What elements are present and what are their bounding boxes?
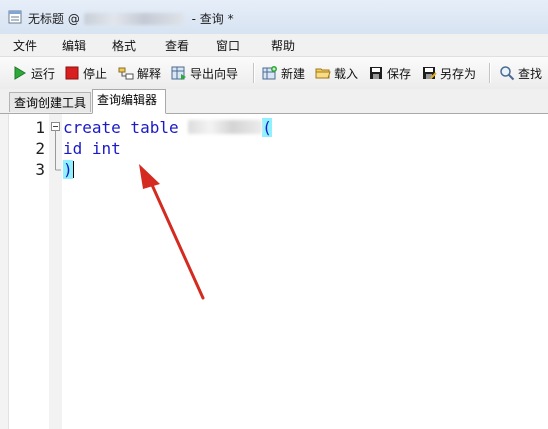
toolbar: 运行 停止 解释 导出向导 新建 载入 保存 另存为 查找 [0, 56, 548, 90]
save-as-label: 另存为 [440, 66, 477, 81]
export-wizard-label: 导出向导 [190, 66, 239, 81]
tab-query-editor[interactable]: 查询编辑器 [92, 89, 166, 114]
window-title: 无标题 @ - 查询 * [28, 10, 234, 27]
query-window-icon [8, 10, 22, 24]
export-wizard-button[interactable]: 导出向导 [171, 63, 238, 83]
menu-bar: 文件 编辑 格式 查看 窗口 帮助 [0, 34, 548, 56]
stop-button[interactable]: 停止 [64, 63, 107, 83]
tab-query-builder[interactable]: 查询创建工具 [9, 92, 91, 112]
title-suffix: - 查询 * [187, 12, 234, 26]
save-as-icon [423, 67, 437, 79]
toolbar-divider [489, 63, 490, 83]
new-label: 新建 [281, 66, 306, 81]
query-editor[interactable]: 1 2 3 create table ( id int ) [0, 114, 548, 429]
new-button[interactable]: 新建 [262, 63, 305, 83]
find-label: 查找 [518, 66, 543, 81]
menu-edit[interactable]: 编辑 [62, 37, 86, 54]
explain-button[interactable]: 解释 [118, 63, 161, 83]
folder-icon [315, 68, 331, 79]
explain-label: 解释 [137, 66, 162, 81]
run-label: 运行 [31, 66, 56, 81]
menu-help[interactable]: 帮助 [271, 37, 295, 54]
explain-icon [118, 67, 134, 80]
export-icon [171, 66, 186, 80]
menu-window[interactable]: 窗口 [216, 37, 240, 54]
load-button[interactable]: 载入 [315, 63, 358, 83]
menu-view[interactable]: 查看 [165, 37, 189, 54]
title-prefix: 无标题 @ [28, 12, 80, 26]
editor-tabs: 查询创建工具 查询编辑器 [0, 89, 548, 114]
floppy-disk-icon [370, 67, 382, 79]
menu-file[interactable]: 文件 [13, 37, 37, 54]
menu-format[interactable]: 格式 [112, 37, 136, 54]
stop-label: 停止 [83, 66, 108, 81]
play-icon [14, 66, 26, 80]
save-label: 保存 [387, 66, 412, 81]
redacted-connection-name [83, 13, 184, 25]
run-button[interactable]: 运行 [12, 63, 55, 83]
stop-icon [65, 66, 79, 80]
toolbar-divider [253, 63, 254, 83]
load-label: 载入 [334, 66, 359, 81]
magnifier-icon [500, 66, 515, 81]
annotation-arrow-icon [139, 164, 205, 300]
new-query-icon [262, 66, 277, 80]
save-button[interactable]: 保存 [368, 63, 411, 83]
title-bar: 无标题 @ - 查询 * [0, 0, 548, 35]
save-as-button[interactable]: 另存为 [421, 63, 476, 83]
find-button[interactable]: 查找 [499, 63, 542, 83]
